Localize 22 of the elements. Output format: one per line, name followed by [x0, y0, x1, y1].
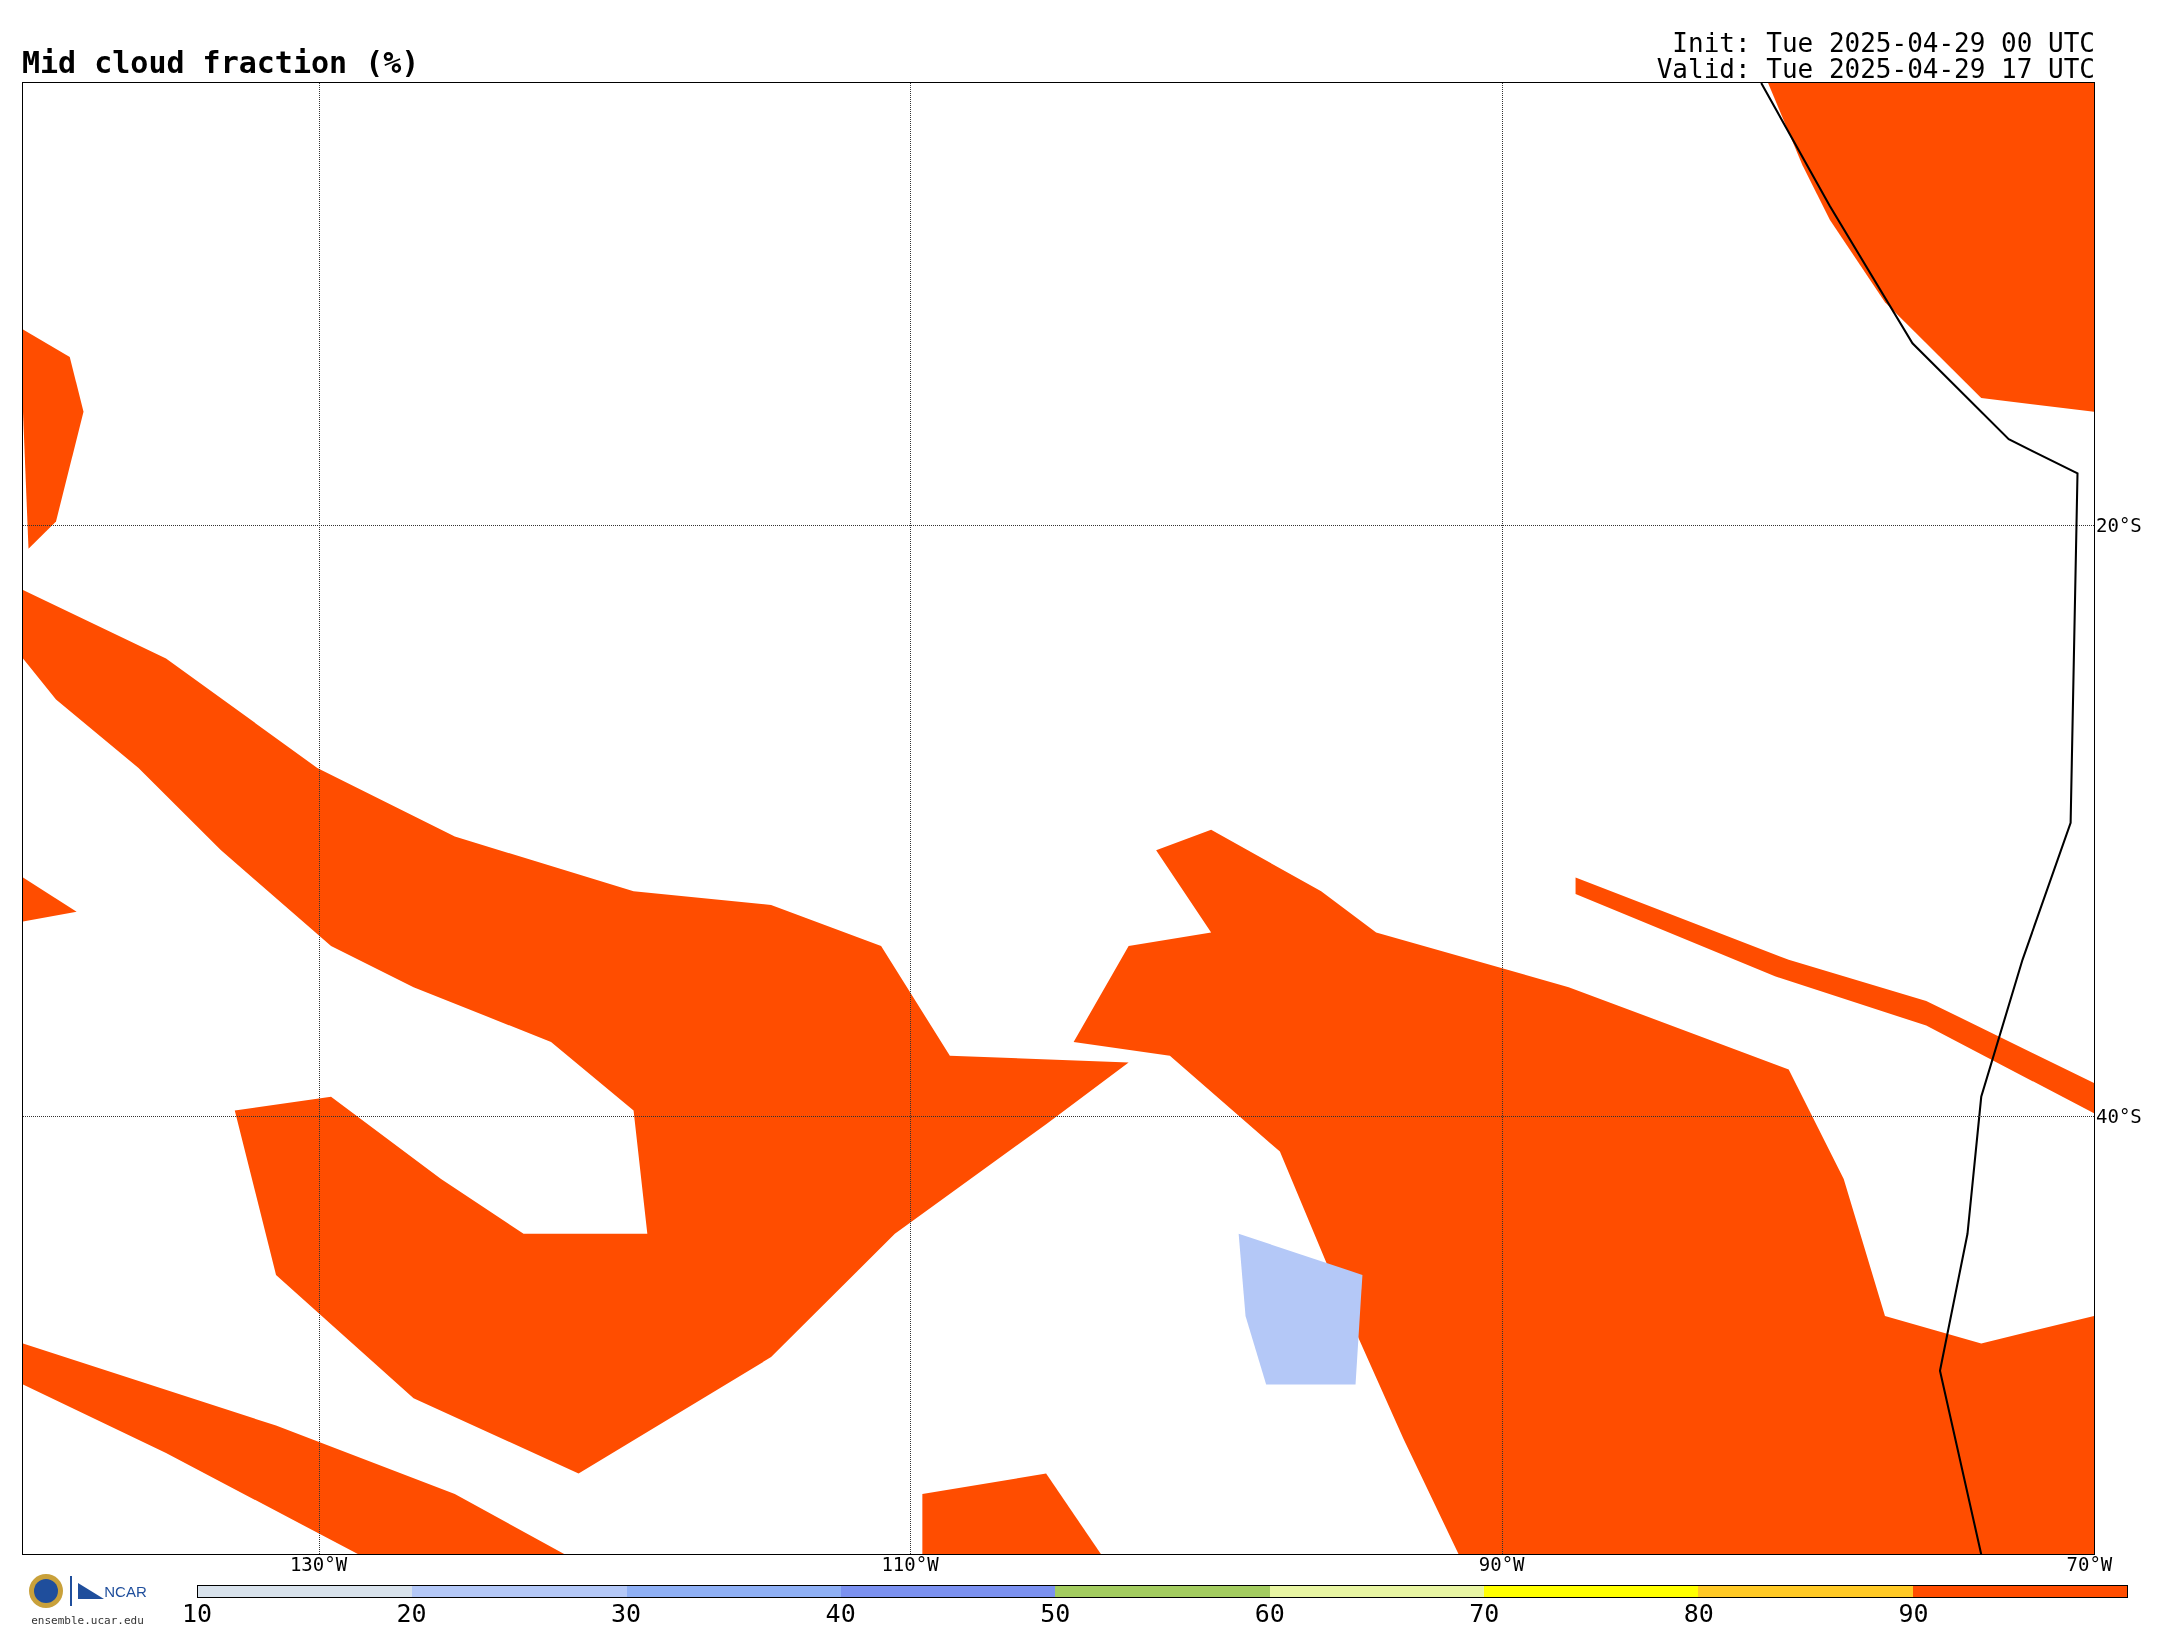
latitude-label: 40°S: [2096, 1106, 2142, 1126]
chart-title: Mid cloud fraction (%): [22, 47, 420, 78]
longitude-label: 110°W: [881, 1555, 939, 1574]
scale-tick-label: 60: [1254, 1601, 1285, 1626]
longitude-label: 130°W: [289, 1555, 348, 1574]
scale-tick-label: 80: [1683, 1601, 1714, 1626]
scale-tick-label: 10: [181, 1601, 213, 1626]
scale-tick-label: 20: [396, 1601, 427, 1626]
seal-icon: [28, 1573, 65, 1609]
latitude-label: 20°S: [2096, 515, 2142, 535]
site-url: ensemble.ucar.edu: [31, 1615, 144, 1626]
longitude-label: 70°W: [2066, 1555, 2113, 1574]
ncar-logo-icon: [78, 1583, 105, 1599]
scale-tick-label: 30: [611, 1601, 642, 1626]
run-time-label: Init: Tue 2025-04-29 00 UTC: [1672, 29, 2095, 56]
longitude-label: 90°W: [1478, 1555, 1525, 1574]
run-time-label: Valid: Tue 2025-04-29 17 UTC: [1656, 55, 2095, 82]
org-name: NCAR: [104, 1584, 147, 1599]
scale-tick-label: 70: [1469, 1601, 1500, 1626]
scale-tick-label: 90: [1898, 1601, 1929, 1626]
scale-tick-label: 40: [825, 1601, 856, 1626]
scale-tick-label: 50: [1040, 1601, 1071, 1626]
